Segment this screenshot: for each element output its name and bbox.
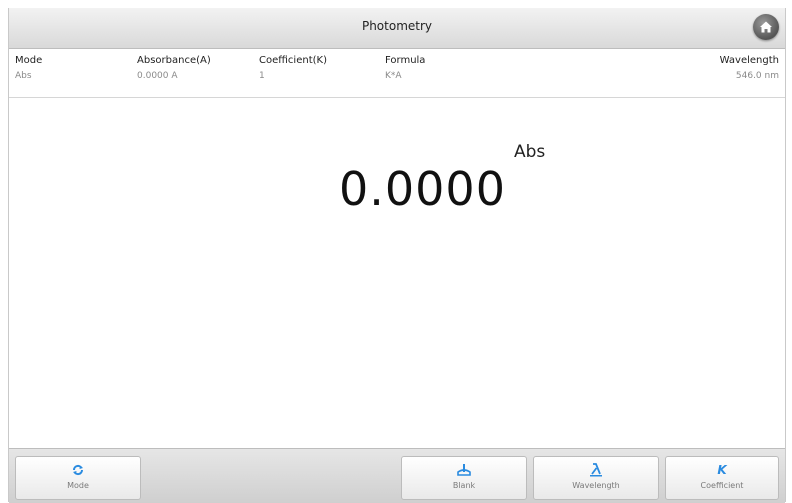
- k-icon: K: [717, 463, 727, 477]
- blank-button[interactable]: Blank: [401, 456, 527, 500]
- info-formula-label: Formula: [385, 55, 426, 66]
- wavelength-button[interactable]: Wavelength: [533, 456, 659, 500]
- reading-unit: Abs: [514, 142, 546, 162]
- reading-value: 0.0000: [339, 162, 506, 216]
- wavelength-button-label: Wavelength: [572, 481, 620, 490]
- home-button[interactable]: [753, 14, 779, 40]
- page-title: Photometry: [361, 19, 433, 33]
- info-absorbance-value: 0.0000 A: [137, 71, 178, 81]
- mode-button[interactable]: Mode: [15, 456, 141, 500]
- measurement-display: Abs 0.0000: [9, 98, 785, 448]
- info-wavelength-label: Wavelength: [719, 55, 779, 66]
- bottom-toolbar: Mode Blank Wavelength K Coefficient: [9, 448, 785, 503]
- info-formula: Formula K*A: [385, 55, 425, 81]
- info-formula-value: K*A: [385, 71, 402, 81]
- mode-button-label: Mode: [67, 481, 89, 490]
- info-absorbance-label: Absorbance(A): [137, 55, 211, 66]
- app-window: Photometry Mode Abs Absorbance(A) 0.0000…: [8, 8, 786, 503]
- info-mode-value: Abs: [15, 71, 32, 81]
- info-absorbance: Absorbance(A) 0.0000 A: [137, 55, 211, 81]
- info-coefficient-label: Coefficient(K): [259, 55, 327, 66]
- home-icon: [760, 21, 772, 33]
- title-bar: Photometry: [9, 8, 785, 49]
- blank-button-label: Blank: [452, 481, 476, 490]
- info-mode-label: Mode: [15, 55, 43, 66]
- coefficient-button[interactable]: K Coefficient: [665, 456, 779, 500]
- info-coefficient-value: 1: [259, 71, 265, 81]
- refresh-icon: [72, 464, 84, 476]
- coefficient-button-label: Coefficient: [700, 481, 744, 490]
- info-wavelength-value: 546.0 nm: [735, 71, 779, 81]
- info-bar: Mode Abs Absorbance(A) 0.0000 A Coeffici…: [9, 49, 785, 98]
- info-wavelength: Wavelength 546.0 nm: [720, 55, 779, 81]
- blank-icon: [457, 464, 471, 476]
- info-coefficient: Coefficient(K) 1: [259, 55, 327, 81]
- lambda-icon: [590, 463, 602, 477]
- info-mode: Mode Abs: [15, 55, 42, 81]
